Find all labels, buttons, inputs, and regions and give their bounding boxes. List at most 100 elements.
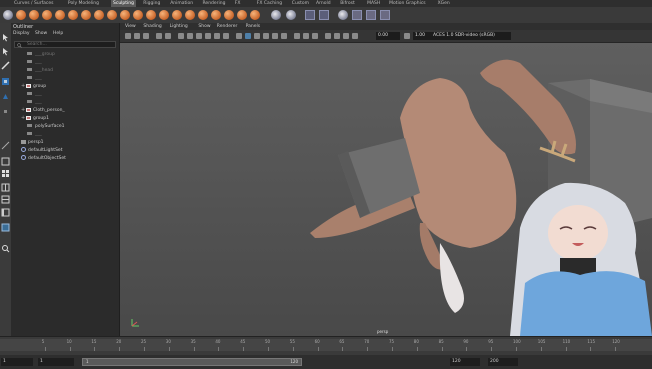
gamma-icon[interactable]	[404, 33, 410, 39]
rotate-icon[interactable]	[1, 92, 10, 101]
shelf-tab-fx-caching[interactable]: FX Caching	[257, 0, 282, 7]
outliner-item[interactable]: defaultLightSet	[21, 147, 62, 154]
cube-icon[interactable]	[352, 10, 362, 20]
repeat-brush-icon[interactable]	[120, 10, 130, 20]
viewport-menu-lighting[interactable]: Lighting	[170, 23, 188, 30]
safe-action-icon[interactable]	[214, 33, 220, 39]
shelf-tab-animation[interactable]: Animation	[170, 0, 193, 7]
shelf-tab-custom[interactable]: Custom	[292, 0, 309, 7]
outliner-menu-display[interactable]: Display	[13, 31, 30, 36]
playback-end-field[interactable]: 120	[450, 358, 480, 366]
outliner-item[interactable]: polySurface1	[27, 123, 65, 130]
wax-brush-icon[interactable]	[146, 10, 156, 20]
shelf-tab-poly-modeling[interactable]: Poly Modeling	[68, 0, 99, 7]
move-icon[interactable]	[1, 77, 10, 86]
mask-brush-icon[interactable]	[250, 10, 260, 20]
camera-icon[interactable]	[125, 33, 131, 39]
resolution-gate-icon[interactable]	[187, 33, 193, 39]
remesh-icon[interactable]	[380, 10, 390, 20]
shelf-tab-rigging[interactable]: Rigging	[143, 0, 160, 7]
bulge-brush-icon[interactable]	[211, 10, 221, 20]
foamy-brush-icon[interactable]	[94, 10, 104, 20]
viewport-menu-shading[interactable]: Shading	[143, 23, 161, 30]
outliner-item[interactable]: + Cloth_person_	[21, 107, 65, 114]
lights-icon[interactable]	[272, 33, 278, 39]
viewport-menu-view[interactable]: View	[125, 23, 136, 30]
backface-icon[interactable]	[352, 33, 358, 39]
stamp-icon[interactable]	[319, 10, 329, 20]
shelf-tab-sculpting[interactable]: Sculpting	[111, 0, 137, 7]
exposure-field[interactable]: 0.00	[376, 32, 400, 40]
safe-title-icon[interactable]	[223, 33, 229, 39]
timeline[interactable]: 5 10 15 20 25 30 35 40 45 50 55 60 65 70 75 80 85 90 95 100…	[0, 336, 652, 356]
shelf-tab-arnold[interactable]: Arnold	[316, 0, 331, 7]
outliner-item[interactable]: ___	[27, 59, 42, 66]
freeze-brush-icon[interactable]	[237, 10, 247, 20]
retopo-icon[interactable]	[366, 10, 376, 20]
imprint-brush-icon[interactable]	[133, 10, 143, 20]
outliner-item[interactable]: + group	[21, 83, 46, 90]
start-time-field[interactable]: 1	[1, 358, 33, 366]
film-gate-icon[interactable]	[178, 33, 184, 39]
knife-brush-icon[interactable]	[185, 10, 195, 20]
animation-end-field[interactable]: 200	[488, 358, 518, 366]
paint-select-icon[interactable]	[1, 61, 10, 70]
flatten-brush-icon[interactable]	[81, 10, 91, 20]
zoom-icon[interactable]	[1, 244, 10, 253]
viewport-menu-show[interactable]: Show	[198, 23, 210, 30]
shelf-tab-xgen[interactable]: XGen	[438, 0, 450, 7]
smooth-shade-icon[interactable]	[245, 33, 251, 39]
outliner-item[interactable]: ___	[27, 75, 42, 82]
motion-blur-icon[interactable]	[303, 33, 309, 39]
antialiasing-icon[interactable]	[312, 33, 318, 39]
outliner-layout-icon[interactable]	[1, 208, 10, 217]
time-range-slider[interactable]: 1 120	[82, 358, 302, 366]
image-plane-icon[interactable]	[156, 33, 162, 39]
fill-brush-icon[interactable]	[172, 10, 182, 20]
outliner-menu-show[interactable]: Show	[35, 31, 47, 36]
outliner-item[interactable]: + group1	[21, 115, 49, 122]
shadows-icon[interactable]	[281, 33, 287, 39]
spray-brush-icon[interactable]	[107, 10, 117, 20]
sphere-icon[interactable]	[338, 10, 348, 20]
outliner-item[interactable]: ___head	[27, 67, 53, 74]
scrape-brush-icon[interactable]	[159, 10, 169, 20]
scale-icon[interactable]	[1, 107, 10, 116]
timeline-ruler[interactable]: 5 10 15 20 25 30 35 40 45 50 55 60 65 70 75 80 85 90 95 100…	[0, 339, 652, 351]
field-chart-icon[interactable]	[205, 33, 211, 39]
shelf-tab-bifrost[interactable]: Bifrost	[340, 0, 355, 7]
four-pane-icon[interactable]	[1, 169, 10, 178]
outliner-search-input[interactable]: Search...	[14, 41, 116, 48]
textured-icon[interactable]	[263, 33, 269, 39]
viewport[interactable]: persp	[120, 43, 652, 336]
gate-mask-icon[interactable]	[196, 33, 202, 39]
sculpt-brush-icon[interactable]	[16, 10, 26, 20]
settings-icon[interactable]	[3, 10, 13, 20]
relax-brush-icon[interactable]	[42, 10, 52, 20]
shelf-tab-motion-graphics[interactable]: Motion Graphics	[389, 0, 426, 7]
grab-brush-icon[interactable]	[55, 10, 65, 20]
side-by-side-icon[interactable]	[1, 183, 10, 192]
ambient-occlusion-icon[interactable]	[294, 33, 300, 39]
smooth-brush-icon[interactable]	[29, 10, 39, 20]
camera-attr-icon[interactable]	[134, 33, 140, 39]
isolate-select-icon[interactable]	[325, 33, 331, 39]
outliner-item[interactable]: ___	[27, 99, 42, 106]
outliner-item[interactable]: ___group	[27, 51, 55, 58]
select-arrow-icon[interactable]	[1, 33, 10, 42]
shelf-tab-mash[interactable]: MASH	[367, 0, 380, 7]
layer-icon[interactable]	[305, 10, 315, 20]
lasso-icon[interactable]	[1, 47, 10, 56]
knife-icon[interactable]	[1, 141, 10, 150]
grid-icon[interactable]	[165, 33, 171, 39]
xray-icon[interactable]	[334, 33, 340, 39]
viewport-menu-renderer[interactable]: Renderer	[217, 23, 238, 30]
shelf-tab-fx[interactable]: FX	[235, 0, 241, 7]
outliner-item[interactable]: ___	[27, 131, 42, 138]
wireframe-on-shaded-icon[interactable]	[254, 33, 260, 39]
smear-brush-icon[interactable]	[198, 10, 208, 20]
mirror-icon[interactable]	[271, 10, 281, 20]
bookmark-icon[interactable]	[143, 33, 149, 39]
single-pane-icon[interactable]	[1, 157, 10, 166]
outliner-item[interactable]: defaultObjectSet	[21, 155, 66, 162]
